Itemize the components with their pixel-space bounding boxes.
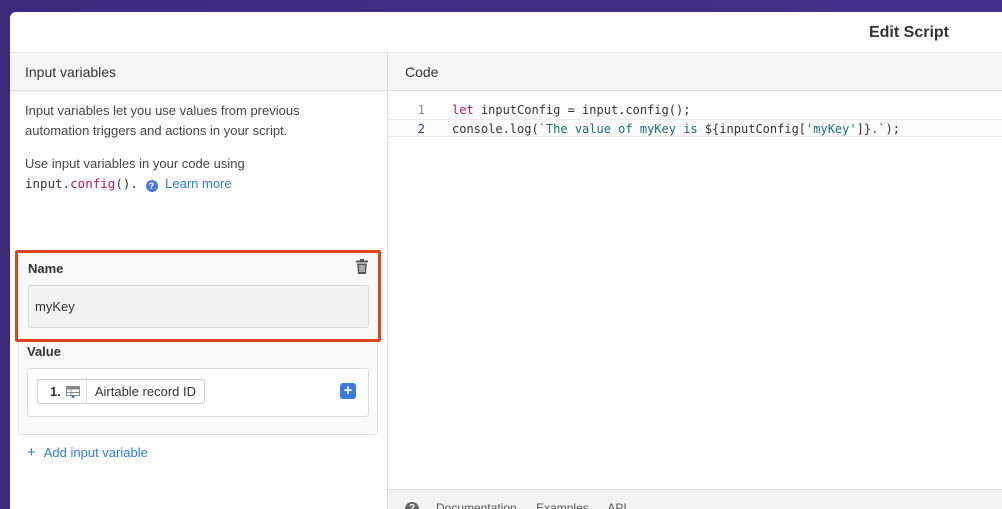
line-number: 1 bbox=[417, 103, 425, 117]
name-field-highlight: Name bbox=[15, 250, 381, 342]
code-editor[interactable]: 1 let inputConfig = input.config(); 2 co… bbox=[388, 101, 1002, 137]
code-keyword: let bbox=[452, 103, 474, 117]
variable-name-input[interactable] bbox=[28, 285, 369, 328]
value-token[interactable]: 1. Airtable record ID bbox=[37, 379, 205, 404]
code-plain: ]} bbox=[856, 122, 872, 136]
input-variables-heading: Input variables bbox=[10, 53, 387, 91]
modal-header: Edit Script bbox=[10, 12, 1002, 53]
code-plain: ); bbox=[885, 122, 900, 136]
input-variables-usage: Use input variables in your code using i… bbox=[25, 154, 365, 194]
code-text: let inputConfig = input.config(); bbox=[452, 101, 690, 119]
plus-square-icon[interactable]: + bbox=[340, 383, 356, 399]
code-plain: ${inputConfig[ bbox=[704, 122, 807, 136]
documentation-link[interactable]: Documentation bbox=[436, 501, 517, 509]
backdrop-strip bbox=[0, 0, 1002, 12]
token-step-number: 1. bbox=[50, 384, 61, 399]
usage-code-suffix: (). bbox=[115, 176, 138, 191]
line-number: 2 bbox=[417, 122, 425, 136]
add-input-variable-label: Add input variable bbox=[43, 445, 148, 460]
add-input-variable-button[interactable]: + Add input variable bbox=[27, 444, 148, 461]
usage-code: input.config(). bbox=[25, 176, 138, 191]
api-link[interactable]: API bbox=[607, 501, 626, 509]
token-label: Airtable record ID bbox=[94, 384, 196, 399]
code-text: console.log(`The value of myKey is ${inp… bbox=[452, 120, 900, 138]
trash-icon[interactable] bbox=[356, 259, 368, 274]
usage-code-fn: config bbox=[70, 176, 116, 191]
code-plain: console.log( bbox=[452, 122, 539, 136]
help-circle-icon[interactable]: ? bbox=[145, 180, 158, 192]
input-variables-body: Input variables let you use values from … bbox=[10, 92, 387, 509]
code-string: 'myKey' bbox=[806, 122, 857, 136]
code-line: 1 let inputConfig = input.config(); bbox=[388, 101, 1002, 119]
code-bottom-bar: ? Documentation Examples API bbox=[388, 489, 1002, 509]
usage-prefix: Use input variables in your code using bbox=[25, 156, 245, 171]
bottom-links: Documentation Examples API bbox=[436, 501, 643, 509]
code-template: .` bbox=[871, 122, 886, 136]
plus-icon: + bbox=[27, 444, 36, 461]
modal-title: Edit Script bbox=[868, 24, 949, 41]
edit-script-modal: Edit Script Input variables Input variab… bbox=[10, 12, 1002, 509]
code-heading: Code bbox=[388, 53, 1002, 91]
question-icon[interactable]: ? bbox=[405, 502, 419, 509]
table-icon bbox=[65, 385, 80, 398]
input-variables-panel: Input variables Input variables let you … bbox=[10, 53, 388, 509]
token-step: 1. bbox=[38, 380, 87, 403]
name-label: Name bbox=[28, 261, 64, 276]
variable-value-field[interactable]: 1. Airtable record ID + bbox=[27, 368, 369, 417]
code-line-active: 2 console.log(`The value of myKey is ${i… bbox=[388, 119, 1002, 137]
code-plain: inputConfig = input.config(); bbox=[473, 103, 691, 117]
usage-code-obj: input. bbox=[25, 176, 71, 191]
examples-link[interactable]: Examples bbox=[536, 501, 589, 509]
value-label: Value bbox=[27, 344, 61, 359]
code-template: `The value of myKey is bbox=[538, 122, 705, 136]
input-variables-description: Input variables let you use values from … bbox=[25, 103, 300, 138]
code-panel: Code 1 let inputConfig = input.config();… bbox=[388, 53, 1002, 509]
learn-more-link[interactable]: Learn more bbox=[165, 176, 231, 191]
